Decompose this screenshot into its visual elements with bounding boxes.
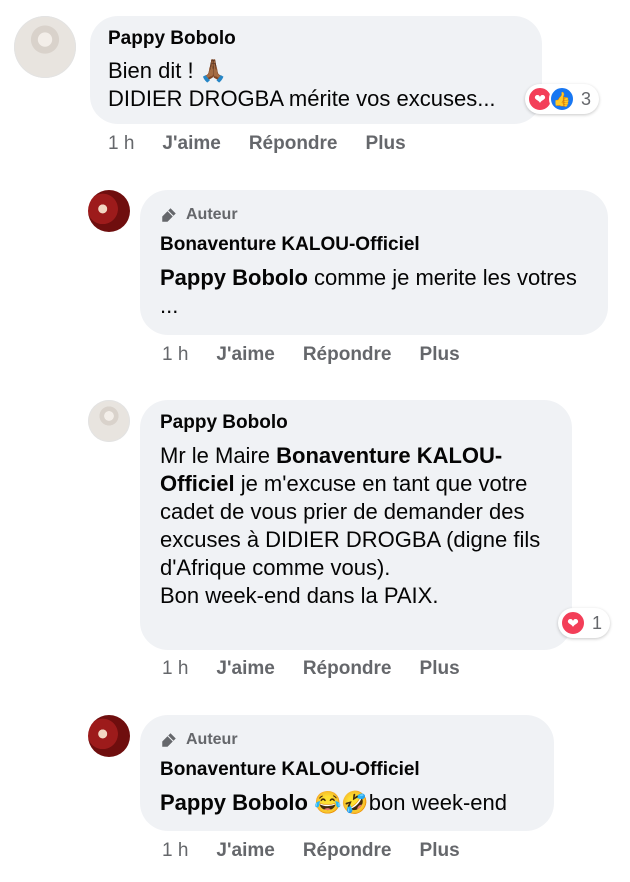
mention-link[interactable]: Pappy Bobolo bbox=[160, 790, 308, 815]
comment-time[interactable]: 1 h bbox=[108, 133, 134, 155]
comment-text: Pappy Bobolo comme je merite les votres … bbox=[160, 264, 588, 320]
comment-bubble: Pappy Bobolo Bien dit ! 🙏🏾 DIDIER DROGBA… bbox=[90, 16, 542, 124]
reaction-summary[interactable]: ❤ 1 bbox=[558, 608, 611, 638]
comment-actions: 1 h J'aime Répondre Plus bbox=[162, 344, 460, 366]
comment-time[interactable]: 1 h bbox=[162, 840, 188, 862]
comment-actions: 1 h J'aime Répondre Plus bbox=[108, 133, 406, 155]
comment-bubble: Auteur Bonaventure KALOU-Officiel Pappy … bbox=[140, 190, 608, 335]
comment-text-line: Bon week-end dans la PAIX. bbox=[160, 583, 439, 608]
reply-button[interactable]: Répondre bbox=[303, 344, 392, 366]
comment-text-line: Bien dit ! 🙏🏾 bbox=[108, 58, 228, 83]
comment-author-name[interactable]: Pappy Bobolo bbox=[160, 412, 552, 434]
like-reaction-icon: 👍 bbox=[549, 86, 575, 112]
avatar[interactable] bbox=[88, 190, 130, 232]
reply-button[interactable]: Répondre bbox=[303, 658, 392, 680]
comment-actions: 1 h J'aime Répondre Plus bbox=[162, 658, 460, 680]
microphone-icon bbox=[162, 208, 176, 222]
more-button[interactable]: Plus bbox=[420, 658, 460, 680]
comment-bubble: Auteur Bonaventure KALOU-Officiel Pappy … bbox=[140, 715, 554, 831]
comment-text-prefix: Mr le Maire bbox=[160, 443, 277, 468]
like-button[interactable]: J'aime bbox=[216, 658, 274, 680]
comment-text-line: DIDIER DROGBA mérite vos excuses... bbox=[108, 86, 496, 111]
reply-button[interactable]: Répondre bbox=[249, 133, 338, 155]
microphone-icon bbox=[162, 733, 176, 747]
mention-link[interactable]: Pappy Bobolo bbox=[160, 265, 308, 290]
more-button[interactable]: Plus bbox=[420, 840, 460, 862]
reply-button[interactable]: Répondre bbox=[303, 840, 392, 862]
comment-text-body: 😂🤣bon week-end bbox=[307, 790, 507, 815]
author-badge-label: Auteur bbox=[186, 731, 238, 748]
avatar[interactable] bbox=[14, 16, 76, 78]
comment-text: Pappy Bobolo 😂🤣bon week-end bbox=[160, 789, 534, 817]
comment-author-name[interactable]: Pappy Bobolo bbox=[108, 28, 524, 50]
comment-text: Mr le Maire Bonaventure KALOU-Officiel j… bbox=[160, 442, 552, 582]
like-button[interactable]: J'aime bbox=[216, 840, 274, 862]
more-button[interactable]: Plus bbox=[420, 344, 460, 366]
reaction-count: 1 bbox=[592, 612, 603, 633]
author-badge-label: Auteur bbox=[186, 206, 238, 223]
comment-time[interactable]: 1 h bbox=[162, 344, 188, 366]
comment-time[interactable]: 1 h bbox=[162, 658, 188, 680]
avatar[interactable] bbox=[88, 400, 130, 442]
comment-actions: 1 h J'aime Répondre Plus bbox=[162, 840, 460, 862]
avatar[interactable] bbox=[88, 715, 130, 757]
love-reaction-icon: ❤ bbox=[560, 610, 586, 636]
comment-bubble: Pappy Bobolo Mr le Maire Bonaventure KAL… bbox=[140, 400, 572, 650]
like-button[interactable]: J'aime bbox=[216, 344, 274, 366]
like-button[interactable]: J'aime bbox=[162, 133, 220, 155]
comment-author-name[interactable]: Bonaventure KALOU-Officiel bbox=[160, 759, 534, 781]
more-button[interactable]: Plus bbox=[366, 133, 406, 155]
reaction-summary[interactable]: ❤ 👍 3 bbox=[525, 84, 600, 114]
author-badge: Auteur bbox=[160, 206, 588, 224]
author-badge: Auteur bbox=[160, 731, 534, 749]
reaction-count: 3 bbox=[581, 88, 592, 109]
comment-author-name[interactable]: Bonaventure KALOU-Officiel bbox=[160, 234, 588, 256]
